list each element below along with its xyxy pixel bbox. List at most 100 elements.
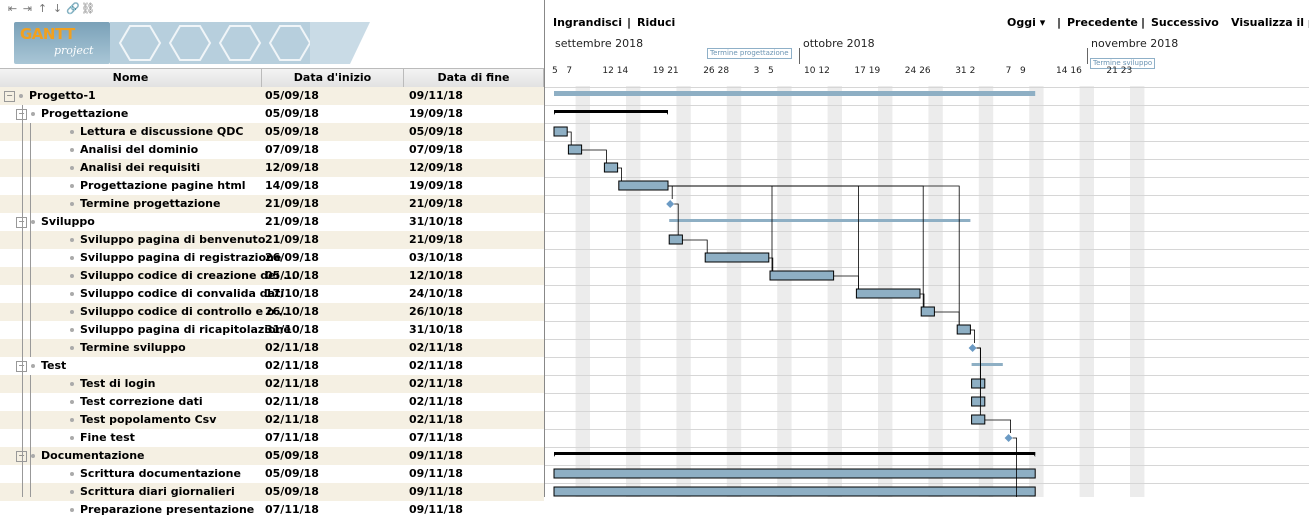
task-row[interactable]: Sviluppo codice di convalida dati 17/10/1… [0, 285, 544, 303]
task-end-cell[interactable]: 02/11/18 [407, 339, 539, 357]
task-end-cell[interactable]: 12/09/18 [407, 159, 539, 177]
task-bar[interactable] [971, 378, 986, 389]
task-start-cell[interactable]: 05/09/18 [263, 447, 405, 465]
task-start-cell[interactable]: 12/09/18 [263, 159, 405, 177]
critical-path-button[interactable]: Visualizza il percorso [1231, 16, 1309, 29]
milestone-diamond[interactable] [968, 344, 977, 352]
task-end-cell[interactable]: 26/10/18 [407, 303, 539, 321]
task-name-cell[interactable]: −Documentazione [0, 447, 278, 465]
task-end-cell[interactable]: 31/10/18 [407, 321, 539, 339]
outdent-icon[interactable]: ⇤ [6, 2, 19, 16]
task-row[interactable]: Termine sviluppo 02/11/18 02/11/18 [0, 339, 544, 357]
task-row[interactable]: Termine progettazione 21/09/18 21/09/18 [0, 195, 544, 213]
move-down-icon[interactable]: ↓ [51, 2, 64, 16]
task-bar[interactable] [971, 414, 986, 425]
task-name-cell[interactable]: −Sviluppo [0, 213, 278, 231]
task-end-cell[interactable]: 12/10/18 [407, 267, 539, 285]
task-row[interactable]: Preparazione presentazione 07/11/18 09/11/… [0, 501, 544, 519]
task-bar[interactable] [956, 324, 971, 335]
task-bar[interactable] [553, 468, 1036, 479]
task-row[interactable]: Analisi del dominio 07/09/18 07/09/18 [0, 141, 544, 159]
gantt-chart-area[interactable] [545, 86, 1309, 497]
task-row[interactable]: Sviluppo pagina di benvenuto 21/09/18 21/0… [0, 231, 544, 249]
task-bar[interactable] [769, 270, 835, 281]
task-start-cell[interactable]: 05/09/18 [263, 465, 405, 483]
link-icon[interactable]: 🔗 [66, 2, 80, 16]
task-end-cell[interactable]: 09/11/18 [407, 465, 539, 483]
task-start-cell[interactable]: 05/09/18 [263, 105, 405, 123]
task-row[interactable]: Test popolamento Csv 02/11/18 02/11/18 [0, 411, 544, 429]
today-dropdown[interactable]: Oggi ▾ [1007, 16, 1045, 29]
task-end-cell[interactable]: 24/10/18 [407, 285, 539, 303]
task-row[interactable]: Scrittura diari giornalieri 05/09/18 09/11… [0, 483, 544, 501]
task-row[interactable]: Analisi dei requisiti 12/09/18 12/09/18 [0, 159, 544, 177]
task-row[interactable]: Sviluppo codice di controllo e o ... 26/1… [0, 303, 544, 321]
task-start-cell[interactable]: 05/09/18 [263, 123, 405, 141]
milestone-diamond[interactable] [666, 200, 675, 208]
task-end-cell[interactable]: 02/11/18 [407, 375, 539, 393]
task-row[interactable]: −Documentazione05/09/1809/11/18 [0, 447, 544, 465]
task-end-cell[interactable]: 09/11/18 [407, 501, 539, 519]
task-end-cell[interactable]: 31/10/18 [407, 213, 539, 231]
unlink-icon[interactable]: ⛓ [81, 2, 95, 16]
next-button[interactable]: Successivo [1151, 16, 1219, 29]
task-start-cell[interactable]: 07/11/18 [263, 429, 405, 447]
task-row[interactable]: Progettazione pagine html 14/09/18 19/09/1… [0, 177, 544, 195]
task-start-cell[interactable]: 31/10/18 [263, 321, 405, 339]
task-end-cell[interactable]: 09/11/18 [407, 483, 539, 501]
task-start-cell[interactable]: 14/09/18 [263, 177, 405, 195]
task-end-cell[interactable]: 05/09/18 [407, 123, 539, 141]
project-summary-bar[interactable] [554, 91, 1036, 96]
task-row[interactable]: Sviluppo pagina di ricapitolazione 31/10/… [0, 321, 544, 339]
task-end-cell[interactable]: 09/11/18 [407, 87, 539, 105]
summary-bar[interactable] [669, 219, 971, 222]
task-end-cell[interactable]: 07/09/18 [407, 141, 539, 159]
task-row[interactable]: −Progettazione05/09/1819/09/18 [0, 105, 544, 123]
task-row[interactable]: Test di login 02/11/18 02/11/18 [0, 375, 544, 393]
task-row[interactable]: Lettura e discussione QDC 05/09/18 05/09/1… [0, 123, 544, 141]
task-start-cell[interactable]: 21/09/18 [263, 213, 405, 231]
task-row[interactable]: −Sviluppo21/09/1831/10/18 [0, 213, 544, 231]
task-row[interactable]: Fine test 07/11/18 07/11/18 [0, 429, 544, 447]
previous-button[interactable]: Precedente [1067, 16, 1138, 29]
summary-bar[interactable] [971, 363, 1003, 366]
task-start-cell[interactable]: 05/09/18 [263, 87, 405, 105]
summary-bar[interactable] [554, 452, 1036, 455]
zoom-out-button[interactable]: Riduci [637, 16, 675, 29]
task-bar[interactable] [668, 234, 683, 245]
task-end-cell[interactable]: 02/11/18 [407, 393, 539, 411]
column-header-name[interactable]: Nome [0, 69, 262, 87]
task-start-cell[interactable]: 02/11/18 [263, 411, 405, 429]
task-end-cell[interactable]: 21/09/18 [407, 195, 539, 213]
task-start-cell[interactable]: 21/09/18 [263, 195, 405, 213]
task-start-cell[interactable]: 26/09/18 [263, 249, 405, 267]
task-start-cell[interactable]: 02/11/18 [263, 375, 405, 393]
task-end-cell[interactable]: 21/09/18 [407, 231, 539, 249]
task-start-cell[interactable]: 07/09/18 [263, 141, 405, 159]
indent-icon[interactable]: ⇥ [21, 2, 34, 16]
task-bar[interactable] [603, 162, 619, 173]
task-start-cell[interactable]: 26/10/18 [263, 303, 405, 321]
task-start-cell[interactable]: 02/11/18 [263, 357, 405, 375]
task-name-cell[interactable]: − Progetto-1 [0, 87, 266, 105]
task-end-cell[interactable]: 19/09/18 [407, 105, 539, 123]
task-row[interactable]: Sviluppo codice di creazione dei ... 05/1… [0, 267, 544, 285]
column-header-end[interactable]: Data di fine [404, 69, 544, 87]
move-up-icon[interactable]: ↑ [36, 2, 49, 16]
task-bar[interactable] [855, 288, 921, 299]
task-end-cell[interactable]: 02/11/18 [407, 411, 539, 429]
task-bar[interactable] [920, 306, 935, 317]
task-row[interactable]: Test correzione dati 02/11/18 02/11/18 [0, 393, 544, 411]
task-end-cell[interactable]: 09/11/18 [407, 447, 539, 465]
task-start-cell[interactable]: 02/11/18 [263, 339, 405, 357]
collapse-toggle-icon[interactable]: − [4, 90, 15, 102]
task-start-cell[interactable]: 05/10/18 [263, 267, 405, 285]
task-row[interactable]: Scrittura documentazione 05/09/18 09/11/18 [0, 465, 544, 483]
column-header-start[interactable]: Data d'inizio [262, 69, 404, 87]
task-end-cell[interactable]: 07/11/18 [407, 429, 539, 447]
task-start-cell[interactable]: 05/09/18 [263, 483, 405, 501]
task-start-cell[interactable]: 17/10/18 [263, 285, 405, 303]
zoom-in-button[interactable]: Ingrandisci [553, 16, 622, 29]
task-bar[interactable] [704, 252, 770, 263]
task-bar[interactable] [567, 144, 583, 155]
